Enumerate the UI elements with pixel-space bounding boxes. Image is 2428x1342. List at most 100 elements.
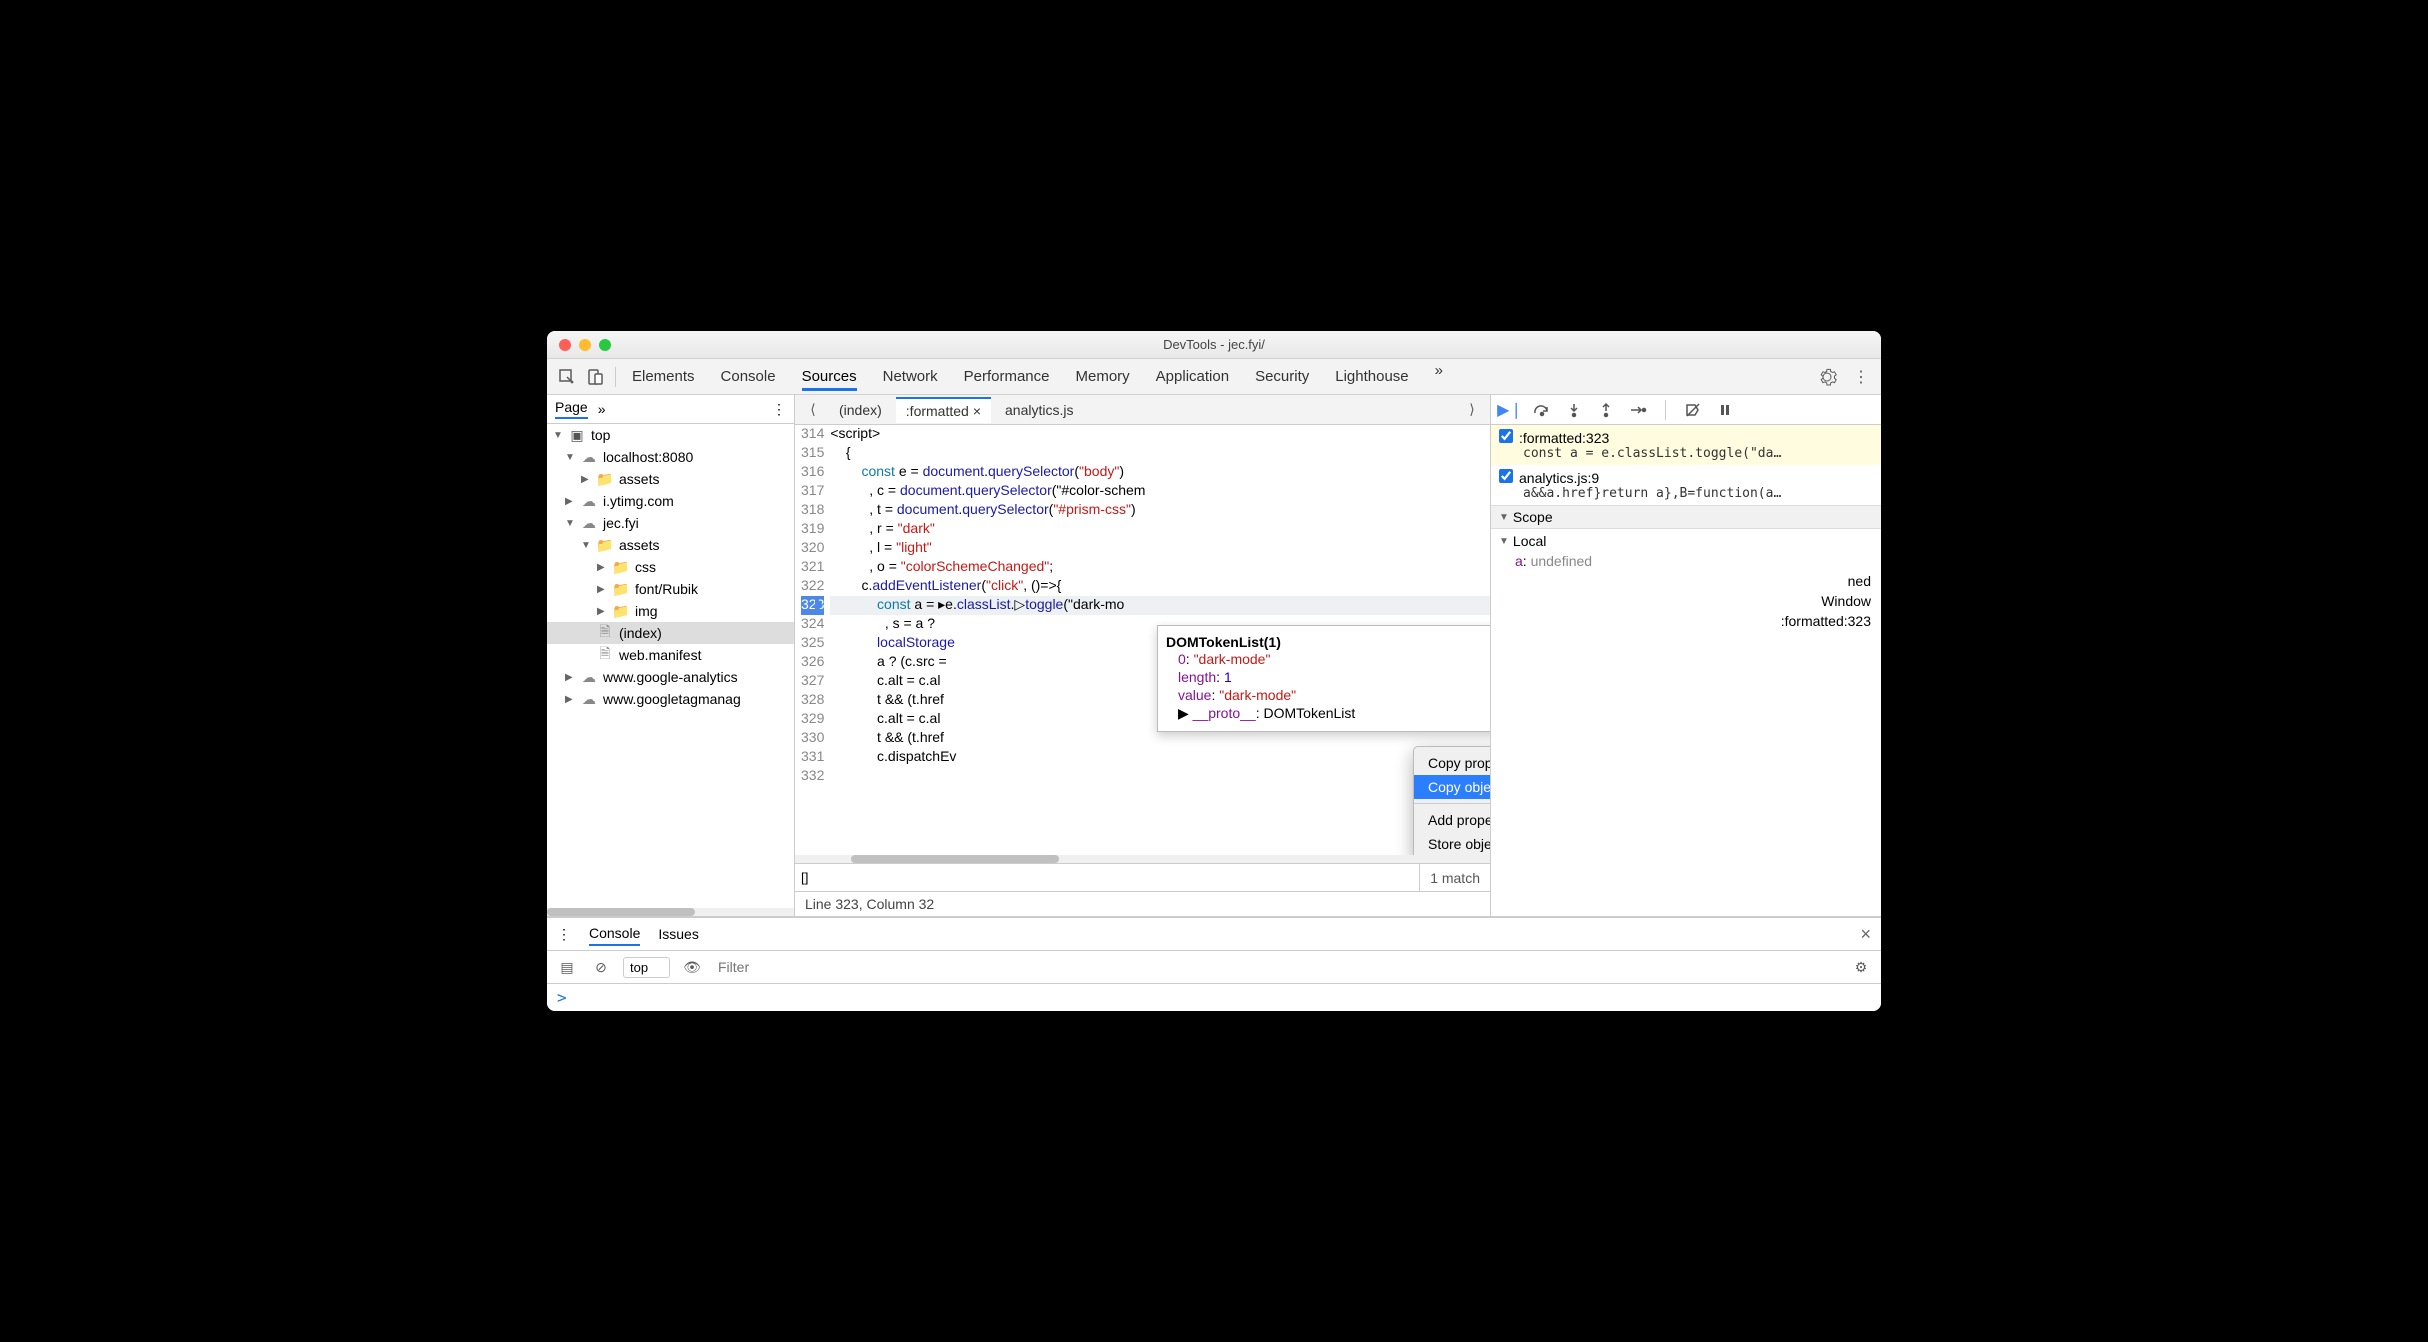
- sidebar-toggle-icon[interactable]: ▤: [555, 955, 579, 979]
- scope-var[interactable]: a: undefined: [1491, 551, 1881, 571]
- main-area: Page » ⋮ ▼▣top ▼☁localhost:8080 ▶📁assets…: [547, 395, 1881, 917]
- debugger-controls: ▶❘: [1491, 395, 1881, 425]
- tree-node[interactable]: web.manifest: [619, 647, 701, 663]
- bp-checkbox[interactable]: [1499, 469, 1513, 483]
- find-bar: 1 match: [795, 863, 1490, 891]
- code-scrollbar[interactable]: [795, 855, 1490, 863]
- tree-node[interactable]: localhost:8080: [603, 449, 693, 465]
- hover-title: DOMTokenList(1): [1166, 634, 1490, 650]
- ctx-copy-object[interactable]: Copy object: [1414, 775, 1490, 799]
- editor-panel: ⟨ (index) :formatted× analytics.js ⟩ 314…: [795, 395, 1491, 916]
- line-gutter[interactable]: 3143153163173183193203213223233243253263…: [795, 425, 830, 855]
- breakpoint-item[interactable]: analytics.js:9 a&&a.href}return a},B=fun…: [1491, 465, 1881, 505]
- tree-node[interactable]: css: [635, 559, 656, 575]
- drawer: ⋮ Console Issues × ▤ ⊘ top 👁 ⚙ >: [547, 917, 1881, 1011]
- tab-lighthouse[interactable]: Lighthouse: [1335, 362, 1408, 391]
- tree-node[interactable]: assets: [619, 471, 659, 487]
- settings-icon[interactable]: [1815, 365, 1839, 389]
- drawer-close-icon[interactable]: ×: [1860, 924, 1871, 945]
- step-out-icon[interactable]: [1597, 401, 1615, 419]
- tab-console[interactable]: Console: [721, 362, 776, 391]
- tab-memory[interactable]: Memory: [1076, 362, 1130, 391]
- file-tree[interactable]: ▼▣top ▼☁localhost:8080 ▶📁assets ▶☁i.ytim…: [547, 424, 794, 908]
- titlebar: DevTools - jec.fyi/: [547, 331, 1881, 359]
- tab-application[interactable]: Application: [1156, 362, 1229, 391]
- nav-kebab-icon[interactable]: ⋮: [772, 401, 786, 418]
- find-input[interactable]: [795, 868, 1419, 887]
- breakpoints-list: :formatted:323 const a = e.classList.tog…: [1491, 425, 1881, 505]
- console-settings-icon[interactable]: ⚙: [1849, 955, 1873, 979]
- separator: [1665, 400, 1666, 420]
- tab-security[interactable]: Security: [1255, 362, 1309, 391]
- step-into-icon[interactable]: [1565, 401, 1583, 419]
- tree-node[interactable]: www.googletagmanag: [603, 691, 741, 707]
- pause-exceptions-icon[interactable]: [1716, 401, 1734, 419]
- tab-elements[interactable]: Elements: [632, 362, 695, 391]
- drawer-kebab-icon[interactable]: ⋮: [557, 926, 571, 943]
- file-tab-analytics[interactable]: analytics.js: [995, 398, 1083, 422]
- step-over-icon[interactable]: [1533, 401, 1551, 419]
- ctx-add-watch[interactable]: Add property path to watch: [1414, 808, 1490, 832]
- main-toolbar: Elements Console Sources Network Perform…: [547, 359, 1881, 395]
- step-icon[interactable]: [1629, 401, 1647, 419]
- separator: [615, 367, 616, 387]
- tree-scrollbar[interactable]: [547, 908, 794, 916]
- ctx-separator: [1414, 803, 1490, 804]
- scope-header[interactable]: ▼Scope: [1491, 505, 1881, 529]
- page-tab[interactable]: Page: [555, 399, 588, 419]
- ctx-copy-path[interactable]: Copy property path: [1414, 751, 1490, 775]
- breakpoint-item[interactable]: :formatted:323 const a = e.classList.tog…: [1491, 425, 1881, 465]
- tree-node[interactable]: img: [635, 603, 658, 619]
- scope-local[interactable]: ▼Local: [1491, 531, 1881, 551]
- tree-node[interactable]: i.ytimg.com: [603, 493, 674, 509]
- panel-tabs: Elements Console Sources Network Perform…: [632, 362, 1443, 391]
- status-bar: Line 323, Column 32: [795, 891, 1490, 916]
- drawer-tab-console[interactable]: Console: [589, 922, 640, 946]
- deactivate-bp-icon[interactable]: [1684, 401, 1702, 419]
- object-hover-popup: DOMTokenList(1) 0: "dark-mode" length: 1…: [1157, 625, 1490, 732]
- navigator-panel: Page » ⋮ ▼▣top ▼☁localhost:8080 ▶📁assets…: [547, 395, 795, 916]
- tree-node[interactable]: assets: [619, 537, 659, 553]
- scope-var-tail: ned: [1491, 571, 1881, 591]
- inspect-icon[interactable]: [555, 365, 579, 389]
- devtools-window: DevTools - jec.fyi/ Elements Console Sou…: [547, 331, 1881, 1011]
- scope-content: ▼Local a: undefined ned Window :formatte…: [1491, 529, 1881, 633]
- clear-console-icon[interactable]: ⊘: [589, 955, 613, 979]
- more-nav-icon[interactable]: »: [598, 401, 606, 417]
- ctx-store-global[interactable]: Store object as global variable: [1414, 832, 1490, 855]
- drawer-tabs: ⋮ Console Issues ×: [547, 918, 1881, 951]
- tree-node[interactable]: jec.fyi: [603, 515, 639, 531]
- close-tab-icon[interactable]: ×: [973, 403, 981, 419]
- file-tab-formatted[interactable]: :formatted×: [896, 397, 991, 423]
- debugger-panel: ▶❘ :formatted:323 const a = e.classList.…: [1491, 395, 1881, 916]
- find-count: 1 match: [1419, 864, 1490, 891]
- kebab-menu-icon[interactable]: ⋮: [1849, 365, 1873, 389]
- drawer-tab-issues[interactable]: Issues: [658, 923, 698, 945]
- file-tab-index[interactable]: (index): [829, 398, 892, 422]
- console-filter-input[interactable]: [714, 957, 1839, 977]
- tree-node[interactable]: font/Rubik: [635, 581, 698, 597]
- tree-top[interactable]: top: [591, 427, 610, 443]
- tab-performance[interactable]: Performance: [964, 362, 1050, 391]
- navigator-head: Page » ⋮: [547, 395, 794, 424]
- window-title: DevTools - jec.fyi/: [547, 337, 1881, 352]
- scope-ref: :formatted:323: [1491, 611, 1881, 631]
- code-editor[interactable]: 3143153163173183193203213223233243253263…: [795, 425, 1490, 855]
- console-prompt[interactable]: >: [547, 984, 1881, 1011]
- console-toolbar: ▤ ⊘ top 👁 ⚙: [547, 951, 1881, 984]
- scope-window: Window: [1491, 591, 1881, 611]
- more-tabs-icon[interactable]: »: [1435, 362, 1443, 391]
- context-select[interactable]: top: [623, 957, 670, 978]
- tab-sources[interactable]: Sources: [802, 362, 857, 391]
- live-expression-icon[interactable]: 👁: [680, 955, 704, 979]
- tree-node-selected[interactable]: (index): [619, 625, 662, 641]
- nav-back-icon[interactable]: ⟨: [801, 398, 825, 422]
- bp-checkbox[interactable]: [1499, 429, 1513, 443]
- file-tabbar: ⟨ (index) :formatted× analytics.js ⟩: [795, 395, 1490, 425]
- nav-fwd-icon[interactable]: ⟩: [1460, 398, 1484, 422]
- tab-network[interactable]: Network: [883, 362, 938, 391]
- resume-icon[interactable]: ▶❘: [1501, 401, 1519, 419]
- context-menu: Copy property path Copy object Add prope…: [1413, 746, 1490, 855]
- tree-node[interactable]: www.google-analytics: [603, 669, 738, 685]
- device-toggle-icon[interactable]: [583, 365, 607, 389]
